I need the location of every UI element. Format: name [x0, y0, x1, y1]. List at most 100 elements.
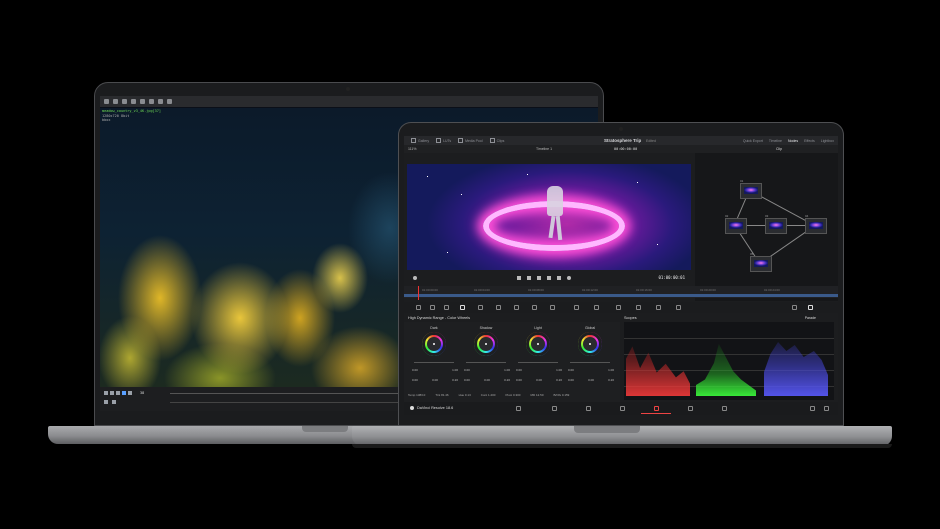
fps-icon[interactable] — [112, 400, 116, 404]
page-fairlight-icon[interactable] — [688, 406, 693, 411]
tab-gallery[interactable]: Gallery — [411, 138, 429, 143]
param-tint[interactable]: Tint 81.46 — [435, 393, 448, 401]
param-hue[interactable]: Hue 0.13 — [459, 393, 471, 401]
home-icon[interactable] — [810, 406, 815, 411]
playhead[interactable] — [418, 286, 419, 300]
sat-value[interactable]: 1.00 — [452, 368, 458, 372]
repeat-icon[interactable] — [567, 276, 571, 280]
skip-back-icon[interactable] — [517, 276, 521, 280]
tool-icon[interactable] — [478, 305, 483, 310]
tool-icon[interactable] — [616, 305, 621, 310]
step-back-icon[interactable] — [110, 391, 114, 395]
g-value[interactable]: 0.00 — [484, 378, 490, 382]
r-value[interactable]: 0.00 — [412, 378, 418, 382]
tool-icon[interactable] — [416, 305, 421, 310]
sat-value[interactable]: 1.00 — [556, 368, 562, 372]
page-deliver-icon[interactable] — [722, 406, 727, 411]
play-reverse-icon[interactable] — [527, 276, 531, 280]
r-value[interactable]: 0.00 — [516, 378, 522, 382]
color-node[interactable]: 04 — [805, 214, 827, 234]
tool-icon[interactable] — [430, 305, 435, 310]
tool-icon[interactable] — [594, 305, 599, 310]
page-fusion-icon[interactable] — [620, 406, 625, 411]
toolbar-icon[interactable] — [131, 99, 136, 104]
param-contrast[interactable]: Cont 1.200 — [481, 393, 496, 401]
wheel-slider[interactable] — [466, 362, 506, 363]
b-value[interactable]: 0.20 — [556, 378, 562, 382]
timeline-selector[interactable]: Timeline 1 — [536, 147, 552, 151]
g-value[interactable]: 0.00 — [536, 378, 542, 382]
b-value[interactable]: 0.20 — [608, 378, 614, 382]
page-edit-icon[interactable] — [586, 406, 591, 411]
sat-value[interactable]: 1.00 — [504, 368, 510, 372]
tab-luts[interactable]: LUTs — [436, 138, 451, 143]
wheel-handle[interactable] — [433, 343, 435, 345]
scopes-icon[interactable] — [808, 305, 813, 310]
timeline-track[interactable] — [404, 294, 838, 297]
tool-icon[interactable] — [792, 305, 797, 310]
g-value[interactable]: 0.00 — [432, 378, 438, 382]
exp-value[interactable]: 0.00 — [464, 368, 470, 372]
color-node[interactable]: 02 — [725, 214, 747, 234]
page-color-icon[interactable] — [654, 406, 659, 411]
b-value[interactable]: 0.20 — [452, 378, 458, 382]
tab-quick-export[interactable]: Quick Export — [743, 139, 763, 143]
tool-icon[interactable] — [636, 305, 641, 310]
tool-icon[interactable] — [676, 305, 681, 310]
tab-timeline[interactable]: Timeline — [769, 139, 782, 143]
wheel-slider[interactable] — [518, 362, 558, 363]
wheel-slider[interactable] — [570, 362, 610, 363]
exp-value[interactable]: 0.00 — [568, 368, 574, 372]
param-offset[interactable]: B/Ofs 0.159 — [554, 393, 570, 401]
param-pivot[interactable]: Pivot 0.300 — [505, 393, 520, 401]
tab-clips[interactable]: Clips — [489, 138, 504, 143]
scopes-mode-select[interactable]: Parade — [805, 316, 816, 320]
tab-lightbox[interactable]: Lightbox — [821, 139, 834, 143]
wheel-slider[interactable] — [414, 362, 454, 363]
pause-icon[interactable] — [122, 391, 126, 395]
settings-icon[interactable] — [824, 406, 829, 411]
stop-icon[interactable] — [537, 276, 541, 280]
tab-effects[interactable]: Effects — [804, 139, 815, 143]
color-node[interactable]: 03 — [765, 214, 787, 234]
tab-media-pool[interactable]: Media Pool — [458, 138, 483, 143]
r-value[interactable]: 0.00 — [568, 378, 574, 382]
color-node[interactable]: 01 — [740, 179, 762, 199]
param-temp[interactable]: Temp 1383.0 — [408, 393, 425, 401]
loop-icon[interactable] — [104, 400, 108, 404]
sat-value[interactable]: 1.00 — [608, 368, 614, 372]
node-editor[interactable]: 01 02 03 04 05 — [695, 153, 838, 301]
play-icon[interactable] — [116, 391, 120, 395]
loop-icon[interactable] — [413, 276, 417, 280]
tool-icon[interactable] — [514, 305, 519, 310]
tool-icon[interactable] — [656, 305, 661, 310]
color-node[interactable]: 05 — [750, 252, 772, 272]
tab-nodes[interactable]: Nodes — [788, 139, 798, 143]
node-mode-select[interactable]: Clip — [776, 147, 782, 151]
wheel-handle[interactable] — [537, 343, 539, 345]
b-value[interactable]: 0.20 — [504, 378, 510, 382]
g-value[interactable]: 0.00 — [588, 378, 594, 382]
tool-icon[interactable] — [574, 305, 579, 310]
page-cut-icon[interactable] — [552, 406, 557, 411]
toolbar-icon[interactable] — [122, 99, 127, 104]
toolbar-icon[interactable] — [104, 99, 109, 104]
skip-forward-icon[interactable] — [557, 276, 561, 280]
rewind-icon[interactable] — [104, 391, 108, 395]
toolbar-icon[interactable] — [167, 99, 172, 104]
r-value[interactable]: 0.00 — [464, 378, 470, 382]
toolbar-icon[interactable] — [158, 99, 163, 104]
video-viewer[interactable] — [407, 164, 691, 270]
zoom-level[interactable]: 111% — [408, 147, 416, 151]
tool-icon[interactable] — [532, 305, 537, 310]
param-md[interactable]: MD 12.50 — [530, 393, 543, 401]
tool-icon[interactable] — [444, 305, 449, 310]
toolbar-icon[interactable] — [149, 99, 154, 104]
exp-value[interactable]: 0.00 — [412, 368, 418, 372]
toolbar-icon[interactable] — [140, 99, 145, 104]
toolbar-icon[interactable] — [113, 99, 118, 104]
tool-icon[interactable] — [496, 305, 501, 310]
page-media-icon[interactable] — [516, 406, 521, 411]
color-wheels-icon[interactable] — [460, 305, 465, 310]
play-icon[interactable] — [547, 276, 551, 280]
